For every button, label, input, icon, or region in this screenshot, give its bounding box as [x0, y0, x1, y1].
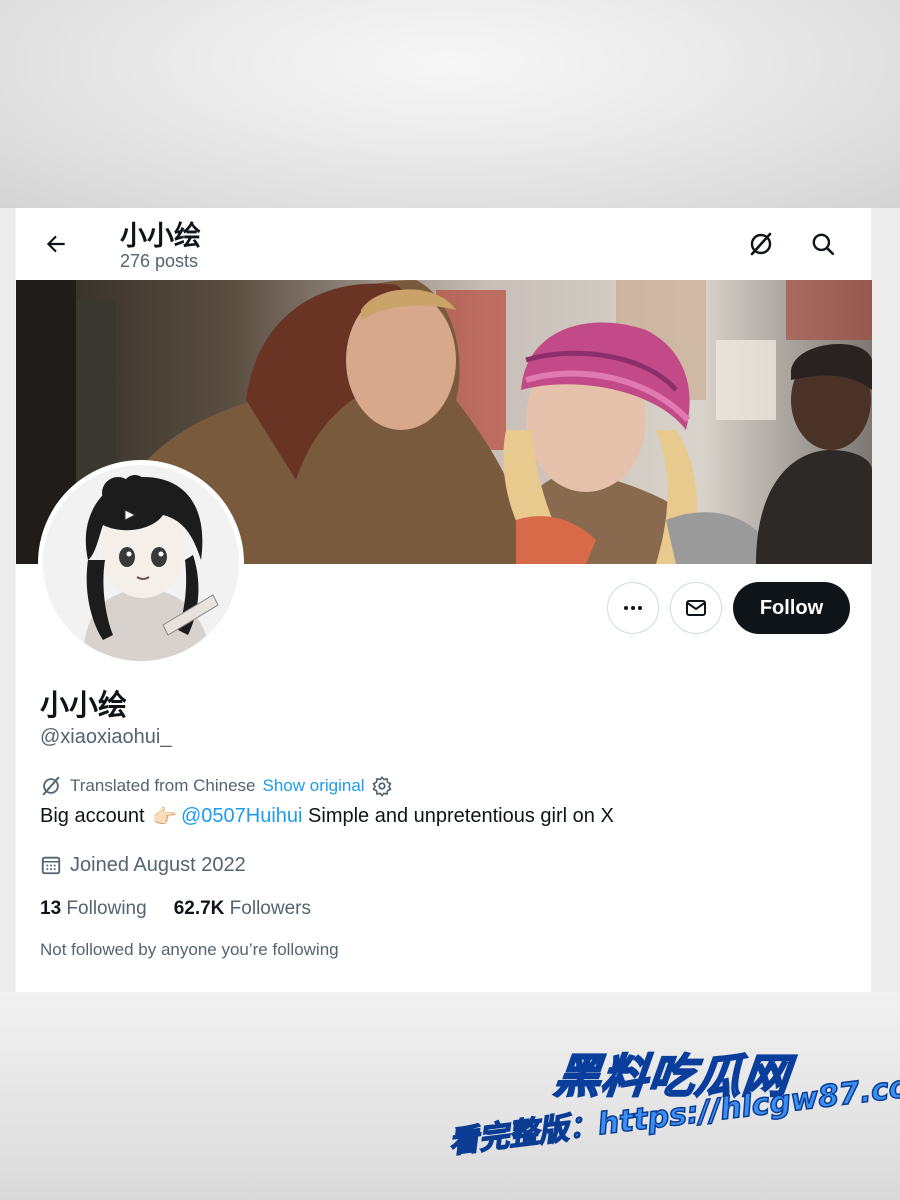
back-button[interactable] [36, 224, 76, 264]
bio-text-prefix: Big account [40, 805, 151, 827]
joined-label: Joined August 2022 [70, 853, 246, 876]
bio-mention-link[interactable]: @0507Huihui [181, 805, 303, 828]
grok-slash-icon [750, 232, 772, 256]
follow-stats: 13 Following 62.7K Followers [40, 898, 311, 920]
profile-header: 小小绘 276 posts [16, 208, 871, 280]
translation-notice: Translated from Chinese Show original [40, 774, 393, 798]
calendar-icon [41, 856, 61, 875]
followers-link[interactable]: 62.7K Followers [174, 898, 311, 920]
grok-button[interactable] [739, 222, 783, 266]
more-icon [624, 606, 642, 610]
profile-avatar[interactable] [38, 460, 244, 666]
top-background [0, 0, 900, 208]
back-arrow-icon [46, 235, 65, 253]
followers-count: 62.7K [173, 898, 225, 919]
bio-text-suffix: Simple and unpretentious girl on X [302, 805, 614, 827]
settings-icon[interactable] [371, 775, 393, 797]
pointing-hand-emoji: 👉🏻 [152, 806, 177, 828]
not-followed-notice: Not followed by anyone you’re following [40, 940, 339, 959]
display-name: 小小绘 [40, 688, 128, 722]
followers-label: Followers [229, 898, 311, 919]
following-count: 13 [40, 898, 62, 919]
avatar-image [43, 465, 239, 661]
following-link[interactable]: 13 Following [40, 898, 147, 920]
user-handle: @xiaoxiaohui_ [40, 726, 172, 748]
join-date: Joined August 2022 [40, 852, 246, 878]
profile-bio: Big account 👉🏻 @0507Huihui Simple and un… [40, 804, 614, 829]
show-original-link[interactable]: Show original [263, 776, 365, 796]
search-button[interactable] [801, 222, 845, 266]
header-title: 小小绘 [120, 221, 201, 252]
message-icon [686, 600, 706, 616]
search-icon [812, 233, 835, 256]
following-label: Following [66, 898, 147, 919]
more-options-button[interactable] [607, 582, 659, 634]
translated-label: Translated from Chinese [70, 776, 256, 795]
message-button[interactable] [670, 582, 722, 634]
translate-icon [42, 776, 60, 796]
follow-button[interactable]: Follow [733, 582, 850, 634]
profile-panel: 小小绘 276 posts Follow 小小绘 @xiaoxiaohui_ T… [15, 208, 872, 992]
post-count: 276 posts [120, 251, 199, 271]
